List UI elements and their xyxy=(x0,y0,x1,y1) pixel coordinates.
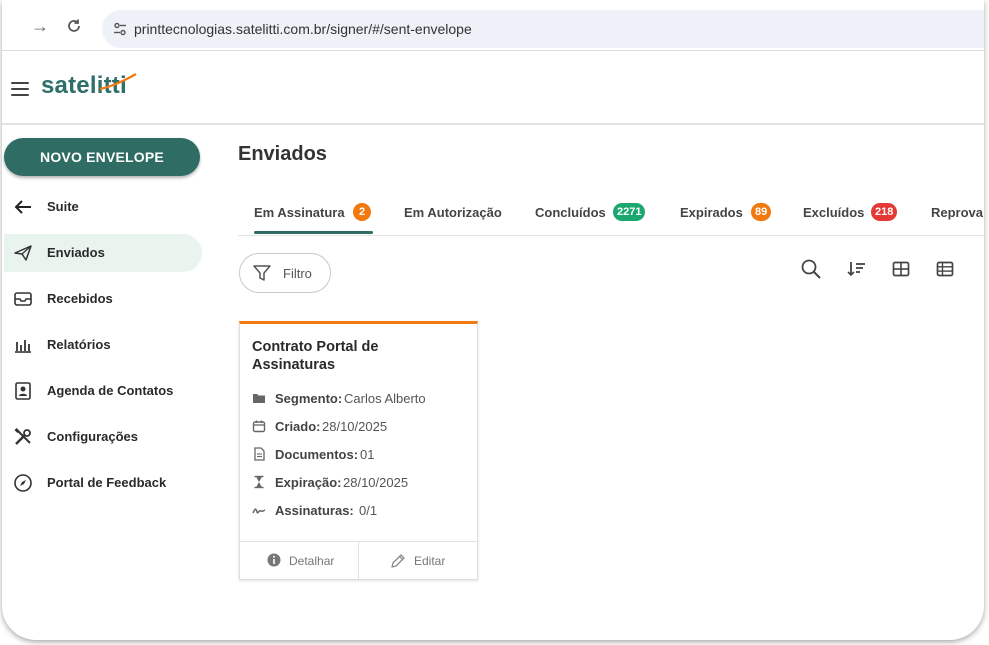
logo-swoosh-icon xyxy=(99,73,137,91)
tab-count-badge: 2 xyxy=(353,203,371,221)
sidebar: NOVO ENVELOPE Suite Enviados Recebidos R… xyxy=(2,124,212,640)
row-key: Segmento: xyxy=(275,391,343,406)
inbox-icon xyxy=(14,292,32,306)
sidebar-item-enviados[interactable]: Enviados xyxy=(4,234,202,272)
contacts-icon xyxy=(15,382,31,400)
bar-chart-icon xyxy=(15,340,31,353)
compass-icon xyxy=(14,474,32,492)
tab-label: Excluídos xyxy=(803,205,865,220)
row-value: Carlos Alberto xyxy=(344,391,426,406)
sidebar-item-configuracoes[interactable]: Configurações xyxy=(4,418,202,456)
send-icon xyxy=(14,245,32,261)
tab-count-badge: 218 xyxy=(871,203,898,221)
tab-reprovados[interactable]: Reprova xyxy=(931,195,984,233)
envelope-card[interactable]: Contrato Portal de Assinaturas Segmento:… xyxy=(239,321,478,580)
details-button[interactable]: Detalhar xyxy=(240,542,358,579)
info-icon xyxy=(267,553,281,567)
tab-bar: Em Assinatura 2 Em Autorização Concluído… xyxy=(238,195,984,236)
sidebar-item-suite[interactable]: Suite xyxy=(4,188,202,226)
grid-view-icon[interactable] xyxy=(890,258,912,280)
tab-label: Em Autorização xyxy=(404,205,502,220)
site-settings-icon[interactable] xyxy=(112,21,128,37)
app-window: → printtecnologias.satelitti.com.br/sign… xyxy=(2,0,984,640)
sidebar-item-recebidos[interactable]: Recebidos xyxy=(4,280,202,318)
sidebar-item-label: Portal de Feedback xyxy=(47,475,167,490)
row-key: Criado: xyxy=(275,419,321,434)
tab-label: Concluídos xyxy=(535,205,606,220)
tab-excluidos[interactable]: Excluídos 218 xyxy=(803,195,901,233)
sidebar-item-label: Agenda de Contatos xyxy=(47,383,174,398)
details-label: Detalhar xyxy=(289,554,335,568)
tab-em-autorizacao[interactable]: Em Autorização xyxy=(404,195,514,233)
edit-label: Editar xyxy=(414,554,446,568)
tab-count-badge: 2271 xyxy=(613,203,646,221)
menu-icon[interactable] xyxy=(11,82,29,100)
reload-icon[interactable] xyxy=(64,16,84,36)
arrow-left-icon xyxy=(14,200,31,214)
sidebar-item-relatorios[interactable]: Relatórios xyxy=(4,326,202,364)
edit-button[interactable]: Editar xyxy=(358,542,477,579)
calendar-icon xyxy=(252,420,266,433)
tab-count-badge: 89 xyxy=(751,203,772,221)
signature-icon xyxy=(252,508,266,514)
document-icon xyxy=(254,447,265,461)
new-envelope-button[interactable]: NOVO ENVELOPE xyxy=(4,138,200,176)
filter-icon xyxy=(253,265,271,281)
row-key: Expiração: xyxy=(275,475,342,490)
tab-expirados[interactable]: Expirados 89 xyxy=(680,195,775,233)
row-key: Assinaturas: xyxy=(275,503,354,518)
pencil-icon xyxy=(391,554,405,568)
sidebar-item-label: Relatórios xyxy=(47,337,111,352)
search-icon[interactable] xyxy=(800,258,822,280)
tab-label: Expirados xyxy=(680,205,743,220)
tab-concluidos[interactable]: Concluídos 2271 xyxy=(535,195,653,233)
row-key: Documentos: xyxy=(275,447,359,462)
app-header: satelitti xyxy=(2,51,984,125)
address-bar[interactable]: printtecnologias.satelitti.com.br/signer… xyxy=(102,10,984,48)
tab-em-assinatura[interactable]: Em Assinatura 2 xyxy=(254,195,373,234)
row-value: 01 xyxy=(360,447,375,462)
sidebar-item-feedback[interactable]: Portal de Feedback xyxy=(4,464,202,502)
row-value: 0/1 xyxy=(359,503,378,518)
filter-label: Filtro xyxy=(283,266,312,281)
card-actions: Detalhar Editar xyxy=(240,541,477,579)
row-value: 28/10/2025 xyxy=(322,419,388,434)
row-value: 28/10/2025 xyxy=(343,475,409,490)
tab-label: Reprova xyxy=(931,205,984,220)
sidebar-item-label: Enviados xyxy=(47,245,105,260)
table-view-icon[interactable] xyxy=(934,258,956,280)
filter-button[interactable]: Filtro xyxy=(239,253,331,293)
browser-toolbar: → printtecnologias.satelitti.com.br/sign… xyxy=(2,0,984,50)
envelope-title: Contrato Portal de Assinaturas xyxy=(252,339,379,373)
page-title: Enviados xyxy=(238,143,327,165)
folder-icon xyxy=(253,394,265,403)
tools-icon xyxy=(14,428,31,445)
sidebar-item-label: Configurações xyxy=(47,429,139,444)
tab-label: Em Assinatura xyxy=(254,205,345,220)
sort-icon[interactable] xyxy=(846,258,868,280)
forward-icon[interactable]: → xyxy=(30,16,50,36)
url-text: printtecnologias.satelitti.com.br/signer… xyxy=(134,21,472,37)
hourglass-icon xyxy=(254,475,264,489)
sidebar-item-agenda[interactable]: Agenda de Contatos xyxy=(4,372,202,410)
sidebar-item-label: Recebidos xyxy=(47,291,113,306)
sidebar-item-label: Suite xyxy=(47,199,79,214)
